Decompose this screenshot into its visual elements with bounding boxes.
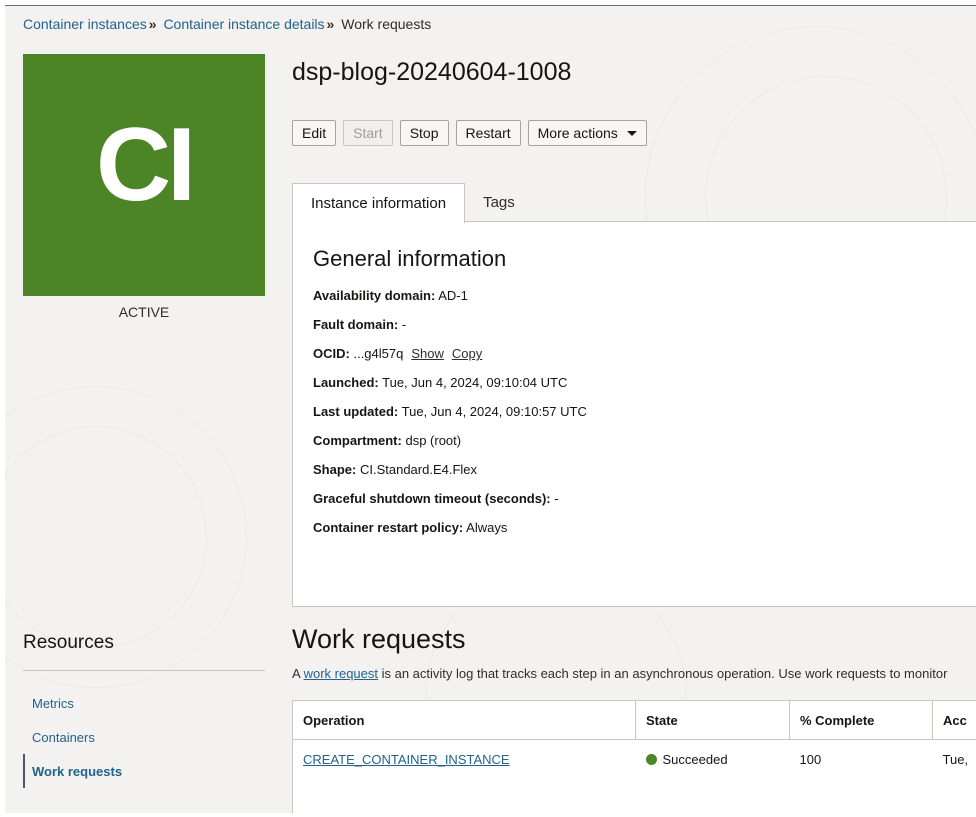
info-value: Tue, Jun 4, 2024, 09:10:57 UTC (401, 404, 587, 419)
tab-instance-information[interactable]: Instance information (292, 183, 466, 223)
resources-item-metrics[interactable]: Metrics (23, 686, 122, 720)
resources-nav: Metrics Containers Work requests (23, 686, 122, 788)
page: Container instances» Container instance … (5, 5, 976, 813)
ocid-show-link[interactable]: Show (411, 346, 444, 361)
info-fault-domain: Fault domain: - (313, 317, 587, 346)
table-empty-area (292, 778, 976, 813)
desc-prefix: A (292, 666, 304, 681)
info-label: OCID: (313, 346, 350, 361)
info-value: CI.Standard.E4.Flex (359, 462, 478, 477)
breadcrumb-separator: » (148, 16, 157, 32)
status-label: ACTIVE (118, 304, 170, 320)
table-header-row: Operation State % Complete Acc (292, 700, 976, 740)
info-container-restart-policy: Container restart policy: Always (313, 520, 587, 549)
instance-initials: CI (96, 107, 196, 223)
breadcrumb: Container instances» Container instance … (23, 16, 431, 32)
restart-button[interactable]: Restart (455, 120, 521, 146)
caret-down-icon (626, 130, 637, 136)
page-title: dsp-blog-20240604-1008 (292, 58, 572, 86)
info-shape: Shape: CI.Standard.E4.Flex (313, 462, 587, 491)
general-information-title: General information (313, 246, 507, 271)
info-value: Tue, Jun 4, 2024, 09:10:04 UTC (382, 375, 568, 390)
work-requests-title: Work requests (292, 624, 466, 654)
column-header-operation[interactable]: Operation (292, 700, 636, 740)
more-actions-label: More actions (537, 125, 618, 141)
column-header-accepted[interactable]: Acc (932, 700, 976, 740)
info-availability-domain: Availability domain: AD-1 (313, 288, 587, 317)
desc-suffix: is an activity log that tracks each step… (378, 666, 948, 681)
info-last-updated: Last updated: Tue, Jun 4, 2024, 09:10:57… (313, 404, 587, 433)
instance-information-panel: General information Availability domain:… (292, 221, 976, 607)
work-request-link[interactable]: work request (304, 666, 378, 681)
stop-button[interactable]: Stop (399, 120, 449, 146)
column-header-percent-complete[interactable]: % Complete (789, 700, 933, 740)
resources-item-containers[interactable]: Containers (23, 720, 122, 754)
general-information-list: Availability domain: AD-1 Fault domain: … (313, 288, 587, 549)
info-value: - (401, 317, 407, 332)
more-actions-button[interactable]: More actions (527, 120, 647, 146)
info-value: Always (466, 520, 508, 535)
column-header-state[interactable]: State (635, 700, 790, 740)
action-toolbar: Edit Start Stop Restart More actions (292, 120, 647, 146)
info-value: dsp (root) (405, 433, 462, 448)
breadcrumb-container-instance-details[interactable]: Container instance details (163, 16, 324, 32)
info-compartment: Compartment: dsp (root) (313, 433, 587, 462)
breadcrumb-container-instances[interactable]: Container instances (23, 16, 147, 32)
status-dot-icon (645, 753, 657, 765)
info-ocid: OCID: ...g4l57q Show Copy (313, 346, 587, 375)
cell-state: Succeeded (635, 739, 790, 779)
info-label: Launched: (313, 375, 379, 390)
work-requests-table: Operation State % Complete Acc CREATE_CO… (292, 700, 976, 779)
info-label: Availability domain: (313, 288, 436, 303)
tab-bar: Instance information Tags (292, 183, 533, 223)
table-row: CREATE_CONTAINER_INSTANCE Succeeded 100 … (292, 739, 976, 779)
resources-item-work-requests[interactable]: Work requests (23, 754, 122, 788)
breadcrumb-current: Work requests (341, 16, 432, 32)
info-label: Shape: (313, 462, 357, 477)
ocid-copy-link[interactable]: Copy (452, 346, 482, 361)
divider (23, 670, 265, 671)
cell-percent-complete: 100 (789, 739, 933, 779)
info-label: Graceful shutdown timeout (seconds): (313, 491, 551, 506)
info-label: Compartment: (313, 433, 402, 448)
info-label: Container restart policy: (313, 520, 464, 535)
instance-icon-tile: CI (23, 54, 265, 296)
info-label: Fault domain: (313, 317, 399, 332)
info-value: AD-1 (438, 288, 468, 303)
edit-button[interactable]: Edit (292, 120, 337, 146)
info-value: ...g4l57q (353, 346, 404, 361)
tab-tags[interactable]: Tags (465, 183, 533, 222)
cell-accepted: Tue, (932, 739, 976, 779)
resources-title: Resources (23, 632, 114, 653)
start-button[interactable]: Start (343, 120, 393, 146)
info-label: Last updated: (313, 404, 399, 419)
breadcrumb-separator: » (326, 16, 335, 32)
state-text: Succeeded (662, 751, 728, 767)
info-launched: Launched: Tue, Jun 4, 2024, 09:10:04 UTC (313, 375, 587, 404)
cell-operation: CREATE_CONTAINER_INSTANCE (292, 739, 636, 779)
info-graceful-shutdown-timeout: Graceful shutdown timeout (seconds): - (313, 491, 587, 520)
work-requests-description: A work request is an activity log that t… (292, 666, 947, 681)
operation-link[interactable]: CREATE_CONTAINER_INSTANCE (303, 752, 510, 767)
info-value: - (554, 491, 559, 506)
